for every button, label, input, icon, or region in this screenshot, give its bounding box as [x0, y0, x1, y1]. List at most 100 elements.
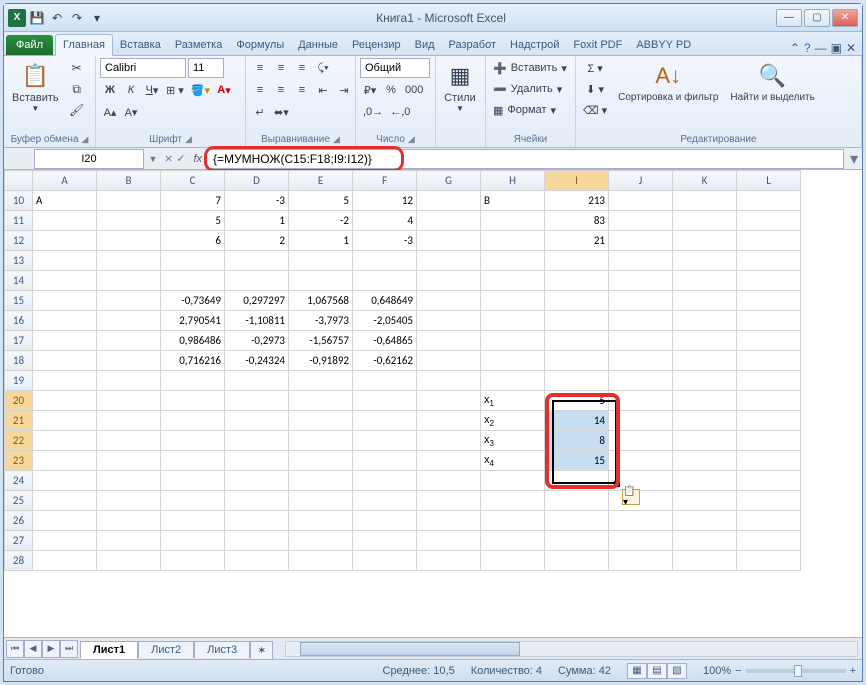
cell-E24[interactable]: [289, 471, 353, 491]
cell-K12[interactable]: [673, 231, 737, 251]
cell-A19[interactable]: [33, 371, 97, 391]
tab-foxit[interactable]: Foxit PDF: [566, 35, 629, 55]
font-name-combo[interactable]: Calibri: [100, 58, 186, 78]
format-cells-button[interactable]: ▦Формат ▾: [490, 100, 574, 120]
cell-H13[interactable]: [481, 251, 545, 271]
cell-F23[interactable]: [353, 451, 417, 471]
cell-C19[interactable]: [161, 371, 225, 391]
cell-H14[interactable]: [481, 271, 545, 291]
cell-I28[interactable]: [545, 551, 609, 571]
cell-K19[interactable]: [673, 371, 737, 391]
shrink-font-icon[interactable]: A▾: [121, 102, 141, 122]
cell-G20[interactable]: [417, 391, 481, 411]
cell-H12[interactable]: [481, 231, 545, 251]
cell-E26[interactable]: [289, 511, 353, 531]
col-header-A[interactable]: A: [33, 171, 97, 191]
cell-L27[interactable]: [737, 531, 801, 551]
cell-F17[interactable]: -0,64865: [353, 331, 417, 351]
cell-L19[interactable]: [737, 371, 801, 391]
sheet-nav-next-icon[interactable]: ▶: [42, 640, 60, 658]
cut-icon[interactable]: ✂: [67, 58, 87, 78]
cell-B15[interactable]: [97, 291, 161, 311]
inc-decimal-icon[interactable]: ,0→: [360, 102, 386, 122]
cell-D12[interactable]: 2: [225, 231, 289, 251]
cell-C23[interactable]: [161, 451, 225, 471]
cell-L16[interactable]: [737, 311, 801, 331]
cell-G15[interactable]: [417, 291, 481, 311]
cell-B22[interactable]: [97, 431, 161, 451]
cell-A14[interactable]: [33, 271, 97, 291]
col-header-J[interactable]: J: [609, 171, 673, 191]
row-header-26[interactable]: 26: [5, 511, 33, 531]
cell-G21[interactable]: [417, 411, 481, 431]
cell-K13[interactable]: [673, 251, 737, 271]
cell-L23[interactable]: [737, 451, 801, 471]
cell-H15[interactable]: [481, 291, 545, 311]
cell-J10[interactable]: [609, 191, 673, 211]
cell-D28[interactable]: [225, 551, 289, 571]
cell-C22[interactable]: [161, 431, 225, 451]
col-header-F[interactable]: F: [353, 171, 417, 191]
cell-D26[interactable]: [225, 511, 289, 531]
cell-E21[interactable]: [289, 411, 353, 431]
undo-icon[interactable]: ↶: [48, 9, 66, 27]
cell-E10[interactable]: 5: [289, 191, 353, 211]
cell-H27[interactable]: [481, 531, 545, 551]
indent-dec-icon[interactable]: ⇤: [313, 80, 333, 100]
sort-filter-button[interactable]: A↓ Сортировка и фильтр: [614, 58, 722, 105]
cell-E11[interactable]: -2: [289, 211, 353, 231]
grow-font-icon[interactable]: A▴: [100, 102, 120, 122]
cell-J15[interactable]: [609, 291, 673, 311]
cell-G19[interactable]: [417, 371, 481, 391]
col-header-K[interactable]: K: [673, 171, 737, 191]
autosum-icon[interactable]: Σ ▾: [580, 58, 610, 78]
close-button[interactable]: ✕: [832, 9, 858, 27]
cell-B11[interactable]: [97, 211, 161, 231]
row-header-14[interactable]: 14: [5, 271, 33, 291]
cell-F11[interactable]: 4: [353, 211, 417, 231]
cell-H11[interactable]: [481, 211, 545, 231]
cell-E27[interactable]: [289, 531, 353, 551]
dec-decimal-icon[interactable]: ←,0: [387, 102, 413, 122]
cell-A18[interactable]: [33, 351, 97, 371]
cell-J20[interactable]: [609, 391, 673, 411]
paste-options-icon[interactable]: 📋▾: [622, 489, 640, 505]
cell-B16[interactable]: [97, 311, 161, 331]
cell-D18[interactable]: -0,24324: [225, 351, 289, 371]
cell-H10[interactable]: B: [481, 191, 545, 211]
cell-J16[interactable]: [609, 311, 673, 331]
cell-I18[interactable]: [545, 351, 609, 371]
cell-A27[interactable]: [33, 531, 97, 551]
cell-D10[interactable]: -3: [225, 191, 289, 211]
cell-F26[interactable]: [353, 511, 417, 531]
zoom-control[interactable]: 100% − +: [703, 665, 856, 677]
col-header-G[interactable]: G: [417, 171, 481, 191]
cell-F27[interactable]: [353, 531, 417, 551]
sheet-tab-1[interactable]: Лист1: [80, 641, 138, 659]
cell-B19[interactable]: [97, 371, 161, 391]
format-painter-icon[interactable]: 🖌: [67, 100, 87, 120]
wrap-text-icon[interactable]: ↵: [250, 102, 270, 122]
cell-C11[interactable]: 5: [161, 211, 225, 231]
cell-C12[interactable]: 6: [161, 231, 225, 251]
cell-K28[interactable]: [673, 551, 737, 571]
cell-J22[interactable]: [609, 431, 673, 451]
cell-E12[interactable]: 1: [289, 231, 353, 251]
cell-A24[interactable]: [33, 471, 97, 491]
cell-B20[interactable]: [97, 391, 161, 411]
tab-addins[interactable]: Надстрой: [503, 35, 566, 55]
tab-review[interactable]: Рецензир: [345, 35, 408, 55]
cell-A16[interactable]: [33, 311, 97, 331]
cell-F22[interactable]: [353, 431, 417, 451]
cell-G10[interactable]: [417, 191, 481, 211]
cell-D25[interactable]: [225, 491, 289, 511]
fill-handle[interactable]: [614, 481, 620, 487]
tab-abbyy[interactable]: ABBYY PD: [629, 35, 698, 55]
currency-icon[interactable]: ₽▾: [360, 80, 380, 100]
cell-J11[interactable]: [609, 211, 673, 231]
cell-A17[interactable]: [33, 331, 97, 351]
cell-E15[interactable]: 1,067568: [289, 291, 353, 311]
underline-button[interactable]: Ч ▾: [142, 80, 162, 100]
cell-I27[interactable]: [545, 531, 609, 551]
align-top-icon[interactable]: ≡: [250, 58, 270, 78]
